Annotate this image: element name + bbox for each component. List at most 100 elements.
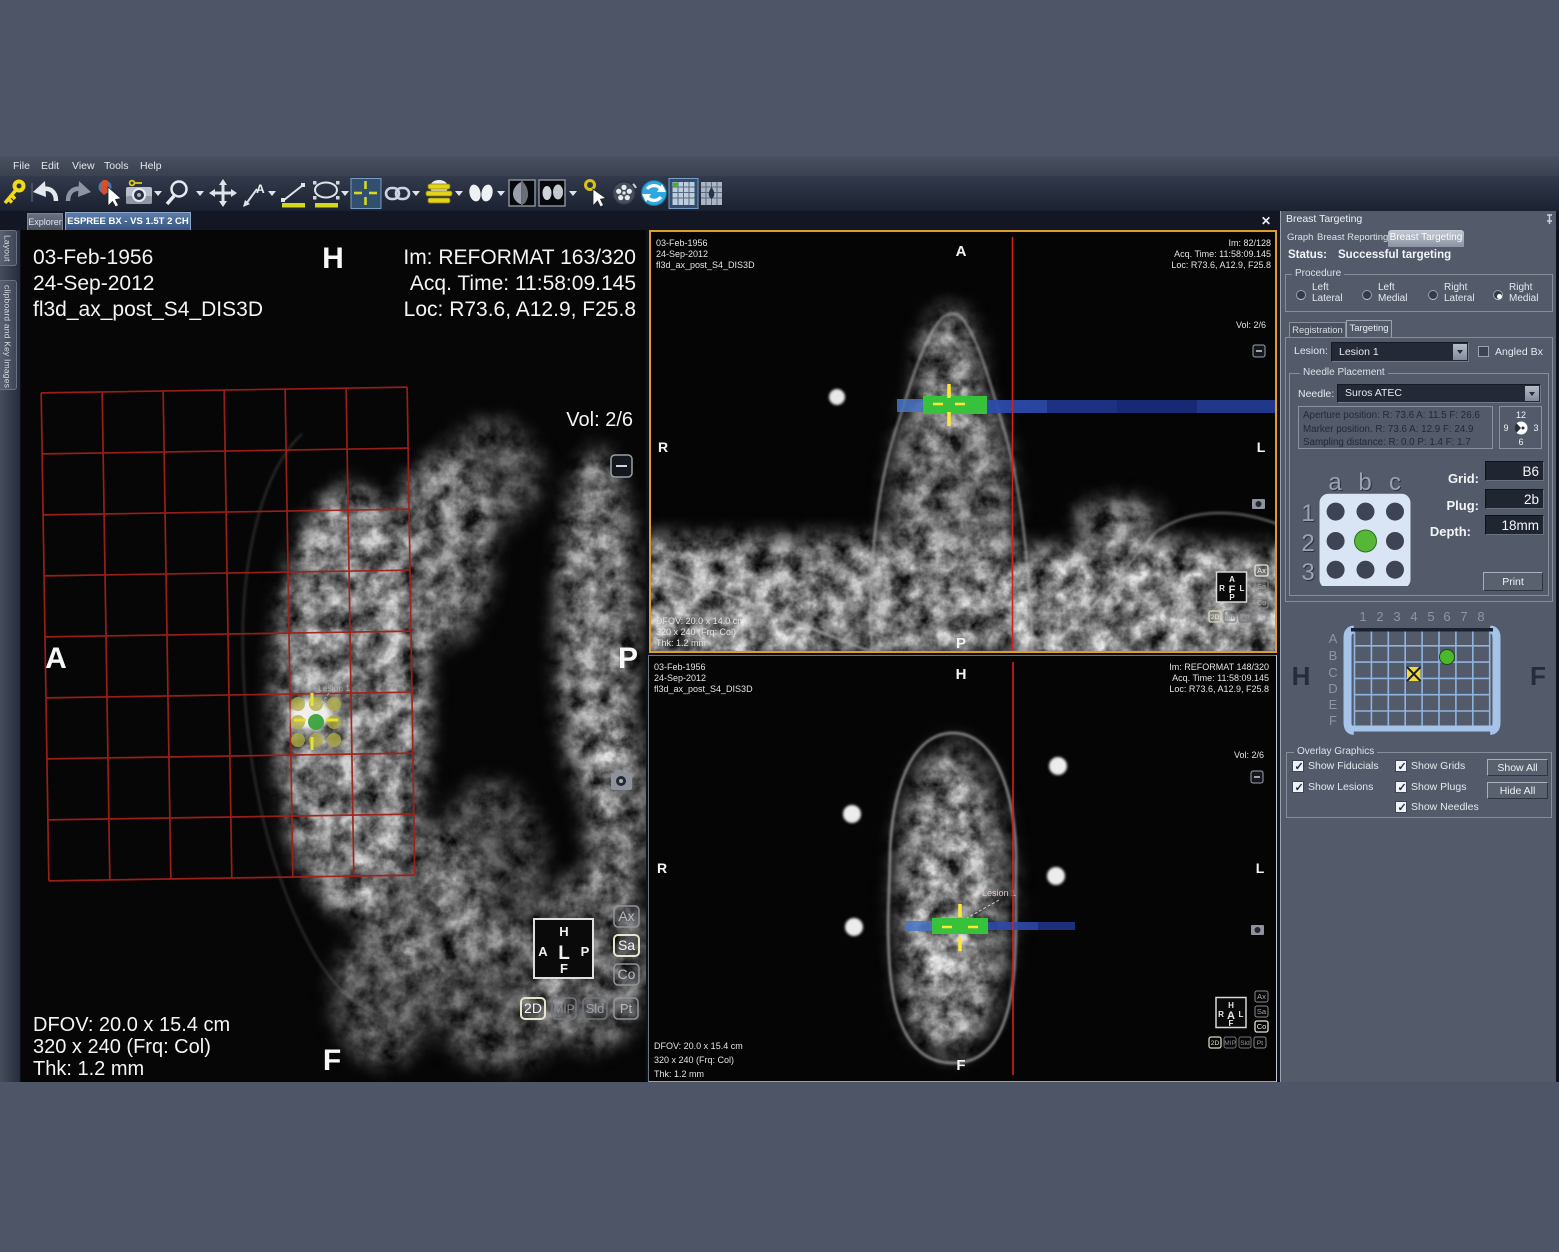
- svg-text:R: R: [657, 860, 667, 876]
- svg-text:E: E: [1329, 697, 1338, 712]
- svg-text:2D: 2D: [524, 1000, 542, 1016]
- svg-text:03-Feb-1956: 03-Feb-1956: [654, 662, 706, 672]
- svg-text:MIP: MIP: [1224, 1040, 1236, 1047]
- svg-text:6: 6: [1518, 437, 1523, 447]
- svg-text:MIP: MIP: [1224, 614, 1236, 621]
- svg-text:2D: 2D: [1211, 614, 1220, 621]
- svg-text:Vol: 2/6: Vol: 2/6: [1234, 750, 1264, 760]
- svg-text:Im: REFORMAT 148/320: Im: REFORMAT 148/320: [1169, 662, 1269, 672]
- svg-text:P: P: [956, 635, 966, 651]
- svg-text:1: 1: [1301, 500, 1314, 527]
- svg-text:Sa: Sa: [618, 937, 635, 953]
- svg-text:A: A: [45, 642, 67, 675]
- svg-text:c: c: [1389, 469, 1401, 496]
- svg-text:3: 3: [1393, 609, 1400, 624]
- svg-text:L: L: [1240, 584, 1245, 593]
- svg-text:L: L: [1257, 439, 1266, 455]
- svg-text:F: F: [560, 961, 568, 976]
- svg-text:Co: Co: [618, 966, 636, 982]
- svg-text:Vol: 2/6: Vol: 2/6: [566, 409, 633, 431]
- svg-text:Thk: 1.2 mm: Thk: 1.2 mm: [33, 1058, 144, 1080]
- svg-text:03-Feb-1956: 03-Feb-1956: [33, 246, 153, 269]
- svg-text:24-Sep-2012: 24-Sep-2012: [656, 249, 708, 259]
- svg-text:5: 5: [1427, 609, 1434, 624]
- svg-text:F: F: [956, 1057, 965, 1074]
- svg-text:2: 2: [1301, 530, 1314, 557]
- svg-text:2D: 2D: [1211, 1040, 1220, 1047]
- svg-text:03-Feb-1956: 03-Feb-1956: [656, 238, 708, 248]
- svg-text:Pt: Pt: [1257, 1040, 1263, 1047]
- svg-text:R: R: [1219, 584, 1225, 593]
- svg-text:1: 1: [1359, 609, 1366, 624]
- svg-text:Ax: Ax: [1257, 566, 1266, 575]
- svg-text:MIP: MIP: [553, 1002, 574, 1016]
- svg-text:F: F: [1329, 713, 1337, 728]
- svg-text:320 x 240 (Frq: Col): 320 x 240 (Frq: Col): [33, 1036, 211, 1058]
- svg-text:H: H: [322, 242, 344, 275]
- svg-text:H: H: [956, 666, 967, 683]
- svg-text:Pt: Pt: [620, 1001, 633, 1016]
- svg-text:7: 7: [1460, 609, 1467, 624]
- svg-text:Im: REFORMAT 163/320: Im: REFORMAT 163/320: [403, 246, 636, 269]
- svg-text:Acq. Time: 11:58:09.145: Acq. Time: 11:58:09.145: [410, 272, 636, 295]
- svg-text:fl3d_ax_post_S4_DIS3D: fl3d_ax_post_S4_DIS3D: [33, 298, 263, 321]
- svg-text:Pt: Pt: [1257, 614, 1263, 621]
- svg-text:fl3d_ax_post_S4_DIS3D: fl3d_ax_post_S4_DIS3D: [656, 260, 755, 270]
- svg-text:320 x 240 (Frq: Col): 320 x 240 (Frq: Col): [656, 627, 736, 637]
- svg-text:6: 6: [1443, 609, 1450, 624]
- svg-text:Ax: Ax: [1257, 992, 1266, 1001]
- svg-text:DFOV: 20.0 x 14.0 cm: DFOV: 20.0 x 14.0 cm: [656, 616, 745, 626]
- svg-text:Thk: 1.2 mm: Thk: 1.2 mm: [654, 1069, 704, 1079]
- svg-text:Loc: R73.6, A12.9, F25.8: Loc: R73.6, A12.9, F25.8: [1169, 684, 1269, 694]
- svg-text:R: R: [1218, 1010, 1224, 1019]
- svg-text:A: A: [956, 243, 967, 260]
- svg-text:L: L: [1239, 1010, 1244, 1019]
- svg-text:L: L: [1256, 860, 1265, 876]
- svg-text:Im: 82/128: Im: 82/128: [1228, 238, 1271, 248]
- svg-text:A: A: [1229, 575, 1235, 584]
- svg-text:P: P: [618, 642, 638, 675]
- svg-text:Loc: R73.6, A12.9, F25.8: Loc: R73.6, A12.9, F25.8: [1171, 260, 1271, 270]
- svg-text:Acq. Time: 11:58:09.145: Acq. Time: 11:58:09.145: [1174, 249, 1271, 259]
- svg-text:F: F: [323, 1044, 341, 1077]
- svg-text:P: P: [1229, 593, 1235, 602]
- svg-text:DFOV: 20.0 x 15.4 cm: DFOV: 20.0 x 15.4 cm: [654, 1041, 743, 1051]
- svg-text:Thk: 1.2 mm: Thk: 1.2 mm: [656, 638, 706, 648]
- svg-text:b: b: [1358, 469, 1371, 496]
- svg-text:Lesion 1: Lesion 1: [318, 683, 350, 693]
- svg-text:24-Sep-2012: 24-Sep-2012: [33, 272, 154, 295]
- svg-text:C: C: [1328, 665, 1337, 680]
- svg-text:9: 9: [1503, 423, 1508, 433]
- svg-text:Loc: R73.6, A12.9, F25.8: Loc: R73.6, A12.9, F25.8: [404, 298, 636, 321]
- svg-text:Sld: Sld: [1240, 614, 1250, 621]
- svg-text:24-Sep-2012: 24-Sep-2012: [654, 673, 706, 683]
- svg-text:A: A: [1329, 631, 1338, 646]
- svg-text:a: a: [1328, 469, 1342, 496]
- svg-text:Sld: Sld: [1240, 1040, 1250, 1047]
- svg-text:2: 2: [1376, 609, 1383, 624]
- svg-text:Sa: Sa: [1257, 1007, 1267, 1016]
- svg-text:Ax: Ax: [618, 908, 634, 924]
- svg-text:4: 4: [1410, 609, 1417, 624]
- svg-text:Co: Co: [1257, 598, 1267, 607]
- svg-text:12: 12: [1516, 410, 1526, 420]
- svg-text:A: A: [256, 182, 265, 196]
- svg-text:Co: Co: [1257, 1022, 1267, 1031]
- svg-text:Vol: 2/6: Vol: 2/6: [1236, 320, 1266, 330]
- svg-text:Acq. Time: 11:58:09.145: Acq. Time: 11:58:09.145: [1172, 673, 1269, 683]
- svg-text:Sld: Sld: [586, 1001, 605, 1016]
- svg-text:320 x 240 (Frq: Col): 320 x 240 (Frq: Col): [654, 1055, 734, 1065]
- svg-text:3: 3: [1533, 423, 1538, 433]
- svg-text:Lesion 1: Lesion 1: [982, 888, 1016, 898]
- svg-text:F: F: [1530, 661, 1546, 691]
- svg-text:8: 8: [1477, 609, 1484, 624]
- svg-text:R: R: [658, 439, 668, 455]
- svg-text:H: H: [559, 924, 568, 939]
- svg-text:F: F: [1229, 1019, 1234, 1028]
- svg-text:DFOV: 20.0 x 15.4 cm: DFOV: 20.0 x 15.4 cm: [33, 1014, 230, 1036]
- svg-text:A: A: [538, 944, 548, 959]
- svg-text:P: P: [581, 944, 590, 959]
- svg-text:H: H: [1228, 1001, 1234, 1010]
- svg-text:H: H: [1292, 661, 1311, 691]
- svg-text:B: B: [1329, 648, 1338, 663]
